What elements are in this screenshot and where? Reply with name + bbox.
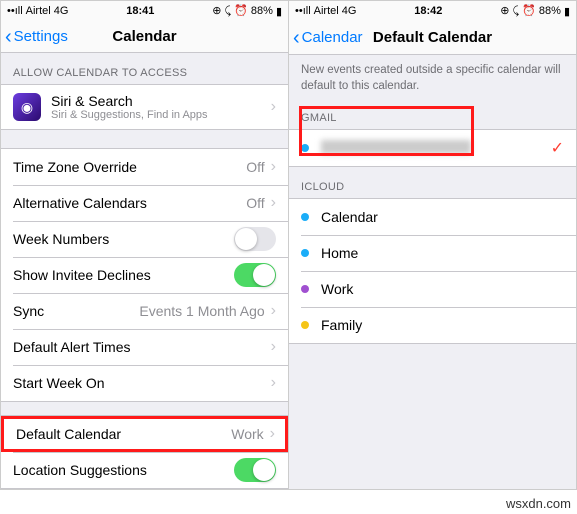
pane-default-calendar: ••ıll Airtel 4G 18:42 ⊕ ⤹ ⏰ 88% ▮ ‹ Cale… [288, 1, 576, 489]
toggle-week-numbers[interactable] [234, 227, 276, 251]
back-button[interactable]: ‹ Calendar [293, 28, 363, 48]
label: Calendar [321, 209, 564, 225]
carrier: Airtel [314, 5, 339, 17]
row-show-invitee-declines[interactable]: Show Invitee Declines [1, 257, 288, 293]
pane-calendar-settings: ••ıll Airtel 4G 18:41 ⊕ ⤹ ⏰ 88% ▮ ‹ Sett… [1, 1, 288, 489]
description-text: New events created outside a specific ca… [289, 55, 576, 98]
section-header-gmail: GMAIL [289, 98, 576, 129]
chevron-right-icon: › [270, 425, 275, 443]
alarm-icon: ⊕ ⤹ ⏰ [212, 4, 248, 18]
signal-icon: ••ıll [7, 5, 23, 17]
toggle-location-suggestions[interactable] [234, 458, 276, 482]
network: 4G [342, 5, 357, 17]
row-gmail-account[interactable]: ✓ [289, 130, 576, 166]
row-default-calendar[interactable]: Default Calendar Work › [1, 416, 288, 452]
label: Default Alert Times [13, 339, 271, 355]
chevron-right-icon: › [271, 338, 276, 356]
color-dot-icon [301, 285, 309, 293]
gmail-account-label [321, 140, 551, 156]
label: Family [321, 317, 564, 333]
battery-text: 88% [251, 5, 273, 17]
battery-text: 88% [539, 5, 561, 17]
value: Off [246, 159, 264, 175]
row-icloud-home[interactable]: Home [289, 235, 576, 271]
carrier: Airtel [26, 5, 51, 17]
row-alternative-calendars[interactable]: Alternative Calendars Off › [1, 185, 288, 221]
nav-bar: ‹ Calendar Default Calendar [289, 21, 576, 55]
color-dot-icon [301, 144, 309, 152]
label: Week Numbers [13, 231, 234, 247]
watermark: wsxdn.com [506, 496, 571, 511]
label: Show Invitee Declines [13, 267, 234, 283]
page-title: Default Calendar [373, 29, 492, 46]
row-icloud-work[interactable]: Work [289, 271, 576, 307]
row-icloud-calendar[interactable]: Calendar [289, 199, 576, 235]
page-title: Calendar [112, 28, 176, 45]
status-time: 18:42 [414, 5, 442, 17]
row-default-alert-times[interactable]: Default Alert Times › [1, 329, 288, 365]
status-bar: ••ıll Airtel 4G 18:42 ⊕ ⤹ ⏰ 88% ▮ [289, 1, 576, 21]
label: Location Suggestions [13, 462, 234, 478]
row-location-suggestions[interactable]: Location Suggestions [1, 452, 288, 488]
alarm-icon: ⊕ ⤹ ⏰ [500, 4, 536, 18]
chevron-right-icon: › [271, 98, 276, 116]
section-header-icloud: ICLOUD [289, 167, 576, 198]
chevron-left-icon: ‹ [5, 27, 12, 47]
row-week-numbers[interactable]: Week Numbers [1, 221, 288, 257]
battery-icon: ▮ [564, 5, 570, 18]
back-button[interactable]: ‹ Settings [5, 27, 68, 47]
label: Start Week On [13, 375, 271, 391]
network: 4G [54, 5, 69, 17]
label: Work [321, 281, 564, 297]
status-bar: ••ıll Airtel 4G 18:41 ⊕ ⤹ ⏰ 88% ▮ [1, 1, 288, 21]
back-label: Calendar [302, 29, 363, 46]
siri-title: Siri & Search [51, 93, 271, 109]
checkmark-icon: ✓ [551, 138, 564, 158]
value: Events 1 Month Ago [139, 303, 264, 319]
chevron-right-icon: › [271, 194, 276, 212]
label: Alternative Calendars [13, 195, 246, 211]
status-time: 18:41 [126, 5, 154, 17]
row-start-week-on[interactable]: Start Week On › [1, 365, 288, 401]
label: Time Zone Override [13, 159, 246, 175]
row-time-zone-override[interactable]: Time Zone Override Off › [1, 149, 288, 185]
value: Work [231, 426, 263, 442]
back-label: Settings [14, 28, 68, 45]
color-dot-icon [301, 249, 309, 257]
battery-icon: ▮ [276, 5, 282, 18]
signal-icon: ••ıll [295, 5, 311, 17]
color-dot-icon [301, 321, 309, 329]
label: Default Calendar [16, 426, 231, 442]
chevron-right-icon: › [271, 302, 276, 320]
chevron-left-icon: ‹ [293, 28, 300, 48]
row-icloud-family[interactable]: Family [289, 307, 576, 343]
label: Sync [13, 303, 139, 319]
siri-subtitle: Siri & Suggestions, Find in Apps [51, 109, 271, 121]
row-siri-search[interactable]: ◉ Siri & Search Siri & Suggestions, Find… [1, 85, 288, 129]
color-dot-icon [301, 213, 309, 221]
section-header-access: ALLOW CALENDAR TO ACCESS [1, 53, 288, 84]
label: Home [321, 245, 564, 261]
nav-bar: ‹ Settings Calendar [1, 21, 288, 53]
row-sync[interactable]: Sync Events 1 Month Ago › [1, 293, 288, 329]
chevron-right-icon: › [271, 374, 276, 392]
siri-icon: ◉ [13, 93, 41, 121]
chevron-right-icon: › [271, 158, 276, 176]
value: Off [246, 195, 264, 211]
toggle-invitee-declines[interactable] [234, 263, 276, 287]
